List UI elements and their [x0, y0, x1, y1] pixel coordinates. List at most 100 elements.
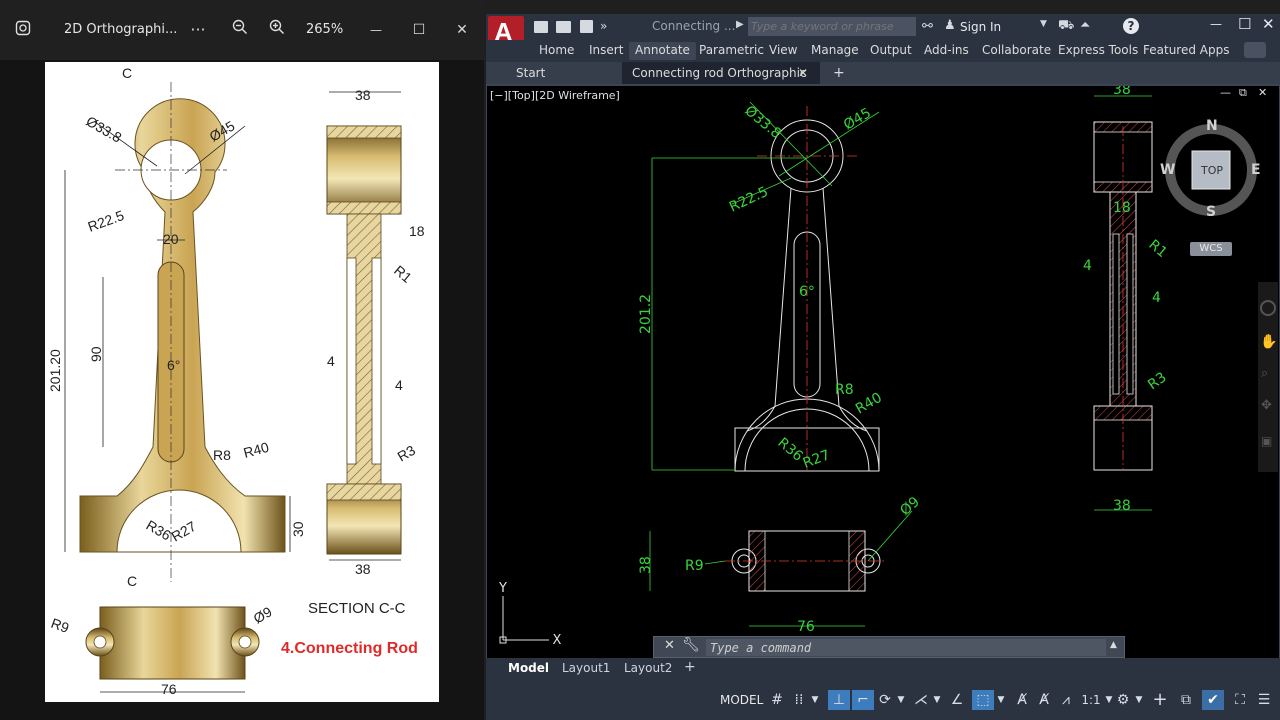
dim-img-d338: Ø33.8: [84, 113, 125, 146]
ribbon-tab-view[interactable]: View: [763, 42, 803, 60]
ribbon-tab-insert[interactable]: Insert: [583, 42, 629, 60]
dim-side-4-left: 4: [1083, 258, 1092, 274]
cart-icon[interactable]: ⛟: [1058, 18, 1074, 35]
customization-menu-icon[interactable]: ☰: [1254, 690, 1274, 710]
more-tools-icon[interactable]: »: [600, 19, 607, 33]
ribbon-tab-output[interactable]: Output: [864, 42, 918, 60]
object-snap-icon[interactable]: ⬚: [972, 690, 994, 710]
save-icon[interactable]: [580, 20, 593, 33]
ribbon-tab-home[interactable]: Home: [533, 42, 580, 60]
doc-tab-active[interactable]: Connecting rod Orthographic 2* ✕: [622, 62, 820, 102]
annotation-scale-icon[interactable]: ⩘: [1056, 690, 1076, 710]
clean-screen-icon[interactable]: ⛶: [1230, 690, 1250, 710]
grid-icon[interactable]: #: [768, 690, 786, 710]
annotation-visibility-icon[interactable]: Ⱥ: [1012, 690, 1032, 710]
isodraft-icon[interactable]: ⋌: [912, 690, 930, 710]
ribbon-tab-collaborate[interactable]: Collaborate: [976, 42, 1057, 60]
sign-in-dropdown-icon[interactable]: ▼: [1040, 19, 1047, 29]
add-icon[interactable]: +: [1150, 690, 1170, 710]
ribbon-options-icon[interactable]: [1244, 42, 1266, 58]
zoom-in-button[interactable]: [263, 18, 291, 42]
viewer-canvas[interactable]: C C Ø33.8 Ø45 R22.5 20 201.20 90 6° R8 R…: [0, 60, 484, 720]
dim-d45: Ø45: [841, 105, 874, 133]
layout-tab-layout2[interactable]: Layout2: [624, 661, 672, 675]
wcs-menu[interactable]: WCS: [1190, 242, 1232, 256]
add-tab-button[interactable]: +: [833, 62, 845, 84]
ribbon-tab-annotate[interactable]: Annotate: [629, 42, 696, 60]
add-layout-button[interactable]: +: [684, 659, 696, 675]
close-tab-icon[interactable]: ✕: [798, 62, 808, 84]
label-c-mid: C: [127, 573, 137, 589]
annotation-scale-value[interactable]: 1:1: [1080, 690, 1102, 710]
doc-tab-start[interactable]: Start: [516, 62, 545, 84]
scale-dropdown-icon[interactable]: ▼: [1104, 690, 1114, 710]
search-input[interactable]: [748, 17, 916, 36]
command-history-icon[interactable]: ▲: [1110, 640, 1117, 650]
dim-side-r1: R1: [1145, 237, 1170, 261]
orbit-icon[interactable]: ✥: [1261, 398, 1272, 413]
ortho-icon[interactable]: ⌐: [852, 690, 874, 710]
pan-icon[interactable]: ✋: [1260, 334, 1277, 350]
isolate-objects-icon[interactable]: ⧉: [1176, 690, 1196, 710]
triangle-tool-icon[interactable]: ⏶: [1080, 18, 1090, 33]
photos-app-icon: [15, 20, 31, 36]
dim-img-a6: 6°: [167, 357, 180, 373]
zoom-out-button[interactable]: [226, 18, 254, 42]
viewcube[interactable]: TOP N S E W: [1160, 118, 1261, 220]
model-space-button[interactable]: MODEL: [720, 690, 763, 710]
new-file-icon[interactable]: [534, 21, 548, 33]
minimize-icon[interactable]: —: [1210, 17, 1222, 31]
ribbon-tab-manage[interactable]: Manage: [805, 42, 865, 60]
dim-bottom-76: 76: [797, 619, 815, 635]
viewer-titlebar: 2D Orthographi... ··· 265% — ☐ ✕: [0, 0, 484, 60]
ribbon-tab-parametric[interactable]: Parametric: [693, 42, 770, 60]
open-file-icon[interactable]: [556, 21, 571, 33]
maximize-icon[interactable]: ☐: [1238, 15, 1251, 33]
zoom-icon[interactable]: ⌕: [1261, 366, 1268, 381]
image-viewer-window: 2D Orthographi... ··· 265% — ☐ ✕ C C Ø33…: [0, 0, 484, 720]
compass-s[interactable]: S: [1206, 204, 1216, 220]
viewcube-top-face[interactable]: TOP: [1201, 164, 1223, 177]
steering-wheel-icon[interactable]: [1260, 300, 1276, 316]
dim-img-r225: R22.5: [86, 207, 127, 235]
window-title: Connecting ...: [652, 19, 736, 33]
workspace-gear-icon[interactable]: ⚙: [1114, 690, 1132, 710]
auto-scale-icon[interactable]: Ⱥ: [1034, 690, 1054, 710]
layout-tab-layout1[interactable]: Layout1: [562, 661, 610, 675]
minimize-button[interactable]: —: [362, 18, 390, 42]
infer-constraints-icon[interactable]: ⊥: [828, 690, 850, 710]
compass-n[interactable]: N: [1206, 118, 1218, 134]
object-snap-dropdown-icon[interactable]: ▼: [996, 690, 1006, 710]
close-button[interactable]: ✕: [448, 18, 476, 42]
maximize-button[interactable]: ☐: [405, 18, 433, 42]
showmotion-icon[interactable]: ▣: [1261, 434, 1272, 448]
binoculars-icon[interactable]: ⚯: [922, 19, 933, 34]
zoom-level[interactable]: 265%: [306, 22, 343, 37]
object-snap-tracking-icon[interactable]: ∠: [948, 690, 966, 710]
ribbon-tab-addins[interactable]: Add-ins: [918, 42, 975, 60]
sign-in-button[interactable]: Sign In: [960, 20, 1001, 34]
drawing-area[interactable]: [−][Top][2D Wireframe] — ⧉ ✕ Ø33.8 Ø45 R…: [487, 86, 1279, 658]
dim-img-76: 76: [161, 681, 177, 697]
compass-w[interactable]: W: [1160, 162, 1175, 178]
snap-dropdown-icon[interactable]: ▼: [810, 690, 820, 710]
dim-img-h30: 30: [290, 521, 306, 537]
polar-tracking-icon[interactable]: ⟳: [876, 690, 894, 710]
more-options-button[interactable]: ···: [184, 18, 212, 42]
command-input[interactable]: [706, 639, 1106, 656]
command-close-icon[interactable]: ✕: [664, 638, 675, 653]
help-button[interactable]: ?: [1123, 18, 1139, 34]
ribbon-tabs: Home Insert Annotate Parametric View Man…: [486, 40, 1280, 62]
close-icon[interactable]: ✕: [1262, 15, 1275, 33]
dim-r8: R8: [835, 382, 854, 398]
compass-e[interactable]: E: [1251, 162, 1261, 178]
ribbon-tab-featured-apps[interactable]: Featured Apps: [1137, 42, 1235, 60]
isodraft-dropdown-icon[interactable]: ▼: [932, 690, 942, 710]
snap-icon[interactable]: ⁞⁞: [790, 690, 808, 710]
layout-tab-model[interactable]: Model: [508, 661, 549, 675]
workspace-dropdown-icon[interactable]: ▼: [1134, 690, 1144, 710]
command-settings-icon[interactable]: 🔧︎: [682, 637, 700, 653]
hardware-acceleration-icon[interactable]: ✔: [1202, 690, 1224, 710]
polar-dropdown-icon[interactable]: ▼: [896, 690, 906, 710]
ribbon-tab-express-tools[interactable]: Express Tools: [1052, 42, 1144, 60]
